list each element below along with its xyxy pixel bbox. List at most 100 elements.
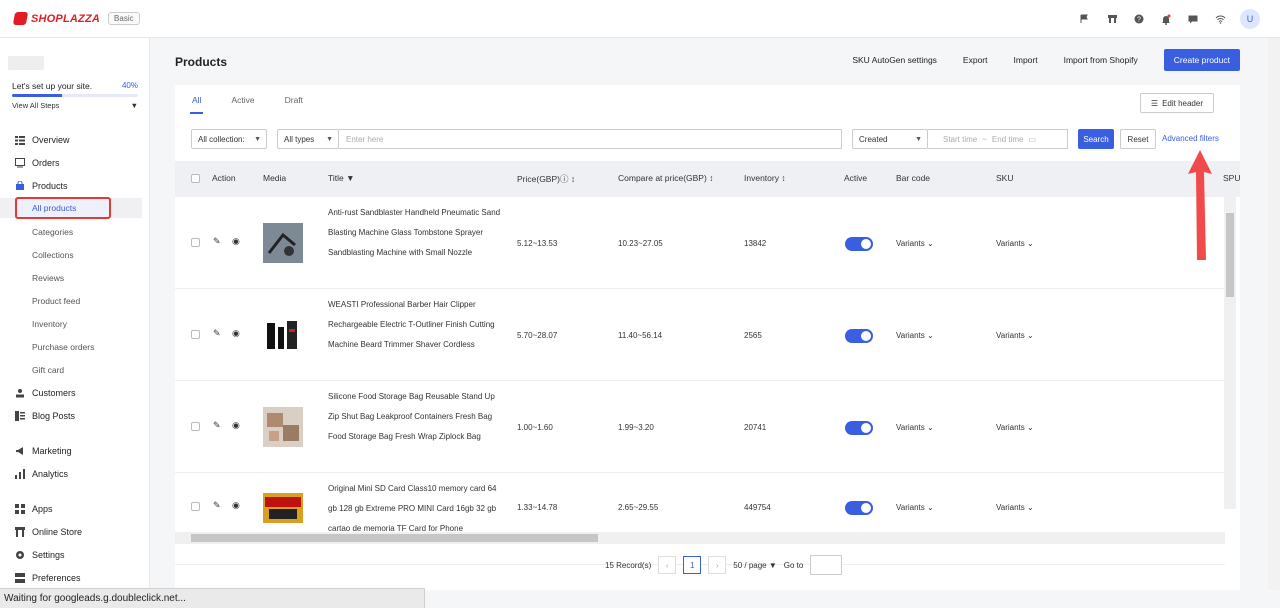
product-thumbnail[interactable] [263,223,303,263]
product-thumbnail[interactable] [263,315,303,355]
types-select[interactable]: All types ▼ [277,129,339,149]
product-title-link[interactable]: Silicone Food Storage Bag Reusable Stand… [328,387,506,447]
sidebar-item-collections[interactable]: Collections [0,245,150,265]
sku-variants-dropdown[interactable]: Variants ⌄ [996,503,1034,512]
column-compare-price[interactable]: Compare at price(GBP) ↕ [618,173,713,183]
tab-all[interactable]: All [189,95,205,114]
sidebar-item-orders[interactable]: Orders [0,153,150,173]
product-thumbnail[interactable] [263,493,303,523]
reset-button[interactable]: Reset [1120,129,1156,149]
wifi-icon[interactable] [1213,12,1227,26]
active-toggle[interactable] [845,501,873,515]
page-number-button[interactable]: 1 [683,556,702,574]
barcode-variants-dropdown[interactable]: Variants ⌄ [896,423,934,432]
date-field-select[interactable]: Created ▼ [852,129,928,149]
product-thumbnail[interactable] [263,407,303,447]
sidebar-item-label: Collections [32,250,74,260]
product-title-link[interactable]: WEASTI Professional Barber Hair Clipper … [328,295,506,355]
advanced-filters-link[interactable]: Advanced filters [1162,134,1219,143]
message-icon[interactable] [1186,12,1200,26]
overview-icon [15,135,25,145]
avatar[interactable]: U [1240,9,1260,29]
create-product-button[interactable]: Create product [1163,49,1240,71]
store-icon[interactable] [1105,12,1119,26]
horizontal-scrollbar-thumb[interactable] [191,534,598,542]
start-time-input[interactable]: Start time [943,135,977,144]
pencil-icon[interactable]: ✎ [213,420,221,431]
sidebar-item-gift-card[interactable]: Gift card [0,360,150,380]
chevron-down-icon[interactable]: ▼ [131,101,138,110]
sidebar-item-all-products[interactable]: All products [15,197,111,219]
tab-active[interactable]: Active [231,95,254,112]
sidebar-item-categories[interactable]: Categories [0,222,150,242]
pencil-icon[interactable]: ✎ [213,236,221,247]
import-button[interactable]: Import [1014,55,1038,65]
barcode-variants-dropdown[interactable]: Variants ⌄ [896,239,934,248]
sidebar-item-product-feed[interactable]: Product feed [0,291,150,311]
prev-page-button[interactable]: ‹ [658,556,677,574]
next-page-button[interactable]: › [708,556,727,574]
edit-header-button[interactable]: ☰ Edit header [1139,93,1214,113]
collections-select[interactable]: All collection: ▼ [191,129,267,149]
view-all-steps[interactable]: View All Steps [12,101,59,110]
eye-icon[interactable]: ◉ [232,328,240,339]
pencil-icon[interactable]: ✎ [213,328,221,339]
table-row[interactable]: ✎ ◉ WEASTI Professional Barber Hair Clip… [175,289,1225,381]
search-button[interactable]: Search [1078,129,1114,149]
sidebar-item-online-store[interactable]: Online Store [0,522,150,542]
flag-icon[interactable] [1078,12,1092,26]
sidebar-item-analytics[interactable]: Analytics [0,464,150,484]
sku-variants-dropdown[interactable]: Variants ⌄ [996,239,1034,248]
row-checkbox[interactable] [191,330,200,339]
sidebar-item-purchase-orders[interactable]: Purchase orders [0,337,150,357]
active-toggle[interactable] [845,237,873,251]
sidebar-item-inventory[interactable]: Inventory [0,314,150,334]
goto-page-input[interactable] [810,555,843,575]
eye-icon[interactable]: ◉ [232,236,240,247]
sidebar-item-overview[interactable]: Overview [0,130,150,150]
setup-guide[interactable]: Let's set up your site. 40% View All Ste… [12,81,138,110]
product-title-link[interactable]: Anti-rust Sandblaster Handheld Pneumatic… [328,203,506,263]
active-toggle[interactable] [845,329,873,343]
sku-autogen-settings-button[interactable]: SKU AutoGen settings [852,55,937,65]
table-row[interactable]: ✎ ◉ Anti-rust Sandblaster Handheld Pneum… [175,197,1225,289]
column-title[interactable]: Title ▼ [328,173,355,183]
row-checkbox[interactable] [191,502,200,511]
row-checkbox[interactable] [191,422,200,431]
sku-variants-dropdown[interactable]: Variants ⌄ [996,331,1034,340]
help-icon[interactable]: ? [1132,12,1146,26]
pencil-icon[interactable]: ✎ [213,500,221,511]
eye-icon[interactable]: ◉ [232,420,240,431]
page-size-select[interactable]: 50 / page ▼ [733,561,777,570]
sidebar-item-blog-posts[interactable]: Blog Posts [0,406,150,426]
sidebar-item-reviews[interactable]: Reviews [0,268,150,288]
select-all-checkbox[interactable] [191,174,200,183]
eye-icon[interactable]: ◉ [232,500,240,511]
row-checkbox[interactable] [191,238,200,247]
import-from-shopify-button[interactable]: Import from Shopify [1064,55,1138,65]
bell-icon[interactable] [1159,12,1173,26]
table-row[interactable]: ✎ ◉ Original Mini SD Card Class10 memory… [175,473,1225,565]
sidebar-item-settings[interactable]: Settings [0,545,150,565]
active-toggle[interactable] [845,421,873,435]
brand-logo[interactable]: SHOPLAZZA [12,12,100,25]
tab-draft[interactable]: Draft [285,95,303,112]
date-range-picker[interactable]: Start time ~ End time ▭ [928,129,1068,149]
sidebar-item-products[interactable]: Products [0,176,150,196]
search-input[interactable]: Enter here [339,129,842,149]
column-price[interactable]: Price(GBP)ⓘ ↕ [517,173,575,185]
column-inventory[interactable]: Inventory ↕ [744,173,786,183]
vertical-scrollbar-thumb[interactable] [1226,213,1234,297]
sku-variants-dropdown[interactable]: Variants ⌄ [996,423,1034,432]
barcode-variants-dropdown[interactable]: Variants ⌄ [896,503,934,512]
sidebar-item-apps[interactable]: Apps [0,499,150,519]
end-time-input[interactable]: End time [992,135,1024,144]
product-title-link[interactable]: Original Mini SD Card Class10 memory car… [328,479,506,533]
sidebar-item-marketing[interactable]: Marketing [0,441,150,461]
page-scrollbar[interactable] [1268,38,1280,590]
barcode-variants-dropdown[interactable]: Variants ⌄ [896,331,934,340]
sidebar-item-customers[interactable]: Customers [0,383,150,403]
table-row[interactable]: ✎ ◉ Silicone Food Storage Bag Reusable S… [175,381,1225,473]
sidebar-item-preferences[interactable]: Preferences [0,568,150,588]
export-button[interactable]: Export [963,55,988,65]
